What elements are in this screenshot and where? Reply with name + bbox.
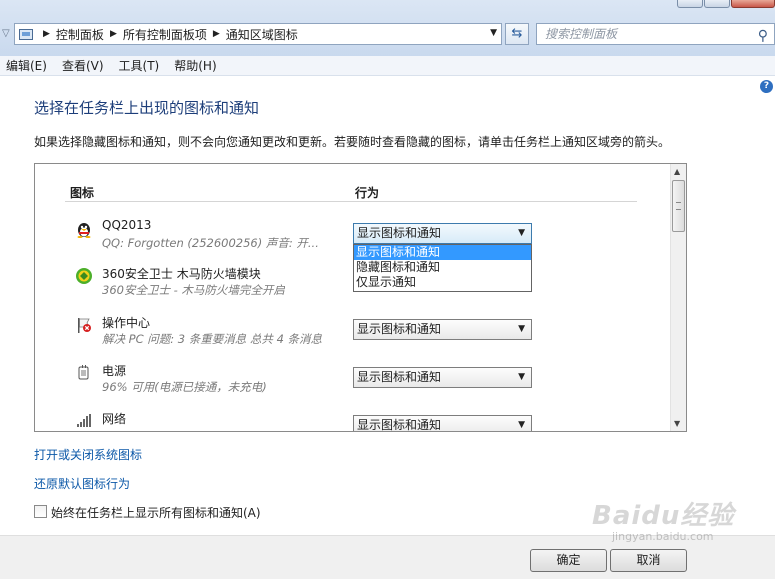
minimize-button[interactable]	[677, 0, 703, 8]
row-name: 操作中心	[102, 316, 151, 330]
behavior-select-value: 显示图标和通知	[357, 322, 442, 336]
breadcrumb-notification-icons[interactable]: 通知区域图标	[226, 26, 298, 43]
cancel-button[interactable]: 取消	[610, 549, 687, 572]
help-icon[interactable]: ?	[760, 80, 773, 93]
dropdown-option-notify-only[interactable]: 仅显示通知	[354, 275, 531, 290]
system-icons-link[interactable]: 打开或关闭系统图标	[34, 446, 142, 463]
scroll-thumb[interactable]	[672, 180, 685, 232]
list-scrollbar[interactable]: ▲ ▼	[670, 164, 686, 431]
refresh-button[interactable]: ⇆	[505, 23, 529, 45]
behavior-select-value: 显示图标和通知	[357, 370, 442, 384]
always-show-checkbox[interactable]	[34, 505, 47, 518]
dropdown-option-hide[interactable]: 隐藏图标和通知	[354, 260, 531, 275]
always-show-label[interactable]: 始终在任务栏上显示所有图标和通知(A)	[51, 504, 261, 521]
maximize-button[interactable]	[704, 0, 730, 8]
history-dropdown-icon[interactable]: ▽	[2, 28, 10, 39]
power-plug-icon	[75, 364, 93, 382]
restore-defaults-link[interactable]: 还原默认图标行为	[34, 475, 130, 492]
page-title: 选择在任务栏上出现的图标和通知	[34, 99, 260, 117]
breadcrumb-arrow-icon: ▶	[109, 29, 117, 39]
list-item: 操作中心 解决 PC 问题: 3 条重要消息 总共 4 条消息 显示图标和通知 …	[35, 312, 671, 358]
behavior-dropdown-list: 显示图标和通知 隐藏图标和通知 仅显示通知	[353, 244, 532, 292]
row-name: 网络	[102, 412, 127, 426]
behavior-select[interactable]: 显示图标和通知 ▼	[353, 415, 532, 432]
chevron-down-icon: ▼	[518, 228, 525, 238]
menu-edit[interactable]: 编辑(E)	[6, 57, 47, 74]
breadcrumb-arrow-icon: ▶	[212, 29, 220, 39]
behavior-select[interactable]: 显示图标和通知 ▼	[353, 223, 532, 244]
chevron-down-icon: ▼	[518, 324, 525, 334]
header-divider	[65, 201, 637, 202]
breadcrumb-all-items[interactable]: 所有控制面板项	[123, 26, 207, 43]
behavior-select-value: 显示图标和通知	[357, 226, 442, 240]
menu-tools[interactable]: 工具(T)	[119, 57, 160, 74]
row-description: QQ: Forgotten (252600256) 声音: 开...	[102, 236, 319, 250]
page-description: 如果选择隐藏图标和通知，则不会向您通知更改和更新。若要随时查看隐藏的图标，请单击…	[34, 135, 671, 149]
row-name: 电源	[102, 364, 127, 378]
baidu-watermark: Baidu经验	[592, 501, 735, 531]
list-item: 电源 96% 可用(电源已接通，未充电) 显示图标和通知 ▼	[35, 360, 671, 406]
behavior-select-value: 显示图标和通知	[357, 418, 442, 432]
search-placeholder: 搜索控制面板	[545, 27, 618, 41]
360-shield-icon	[75, 267, 93, 285]
row-name: QQ2013	[102, 218, 152, 232]
ok-button[interactable]: 确定	[530, 549, 607, 572]
row-name: 360安全卫士 木马防火墙模块	[102, 267, 261, 281]
scroll-down-icon[interactable]: ▼	[674, 419, 680, 428]
behavior-select[interactable]: 显示图标和通知 ▼	[353, 367, 532, 388]
column-header-icon: 图标	[70, 186, 95, 200]
menu-view[interactable]: 查看(V)	[62, 57, 104, 74]
dropdown-option-show[interactable]: 显示图标和通知	[354, 245, 531, 260]
window-chrome: ▽ ▶ 控制面板 ▶ 所有控制面板项 ▶ 通知区域图标 ▼ ⇆ 搜索控制面板 ⚲	[0, 0, 775, 56]
search-input[interactable]: 搜索控制面板 ⚲	[536, 23, 775, 45]
row-description: 360安全卫士 - 木马防火墙完全开启	[102, 283, 285, 297]
behavior-select[interactable]: 显示图标和通知 ▼	[353, 319, 532, 340]
menu-bar: 编辑(E) 查看(V) 工具(T) 帮助(H)	[0, 56, 775, 76]
close-button[interactable]	[731, 0, 775, 8]
network-bars-icon	[75, 412, 93, 430]
baidu-watermark-url: jingyan.baidu.com	[612, 530, 714, 543]
row-description: 96% 可用(电源已接通，未充电)	[102, 380, 267, 394]
search-icon[interactable]: ⚲	[758, 26, 768, 46]
column-header-behavior: 行为	[355, 186, 380, 200]
control-panel-icon	[19, 28, 33, 40]
qq-penguin-icon	[75, 220, 93, 238]
breadcrumb-control-panel[interactable]: 控制面板	[56, 26, 104, 43]
refresh-icon: ⇆	[511, 26, 523, 41]
row-description: 解决 PC 问题: 3 条重要消息 总共 4 条消息	[102, 332, 323, 346]
address-dropdown-icon[interactable]: ▼	[490, 28, 497, 38]
scroll-grip	[676, 202, 681, 210]
menu-help[interactable]: 帮助(H)	[174, 57, 216, 74]
breadcrumb-arrow-icon: ▶	[43, 29, 50, 39]
chevron-down-icon: ▼	[518, 420, 525, 430]
address-bar[interactable]: ▶ 控制面板 ▶ 所有控制面板项 ▶ 通知区域图标 ▼	[14, 23, 502, 45]
scroll-up-icon[interactable]: ▲	[674, 167, 680, 176]
action-center-flag-icon	[75, 316, 93, 334]
notification-icons-list: 图标 行为 QQ2013 QQ: Forgotten (252600256) 声…	[34, 163, 687, 432]
chevron-down-icon: ▼	[518, 372, 525, 382]
list-item: 网络 显示图标和通知 ▼	[35, 408, 671, 432]
